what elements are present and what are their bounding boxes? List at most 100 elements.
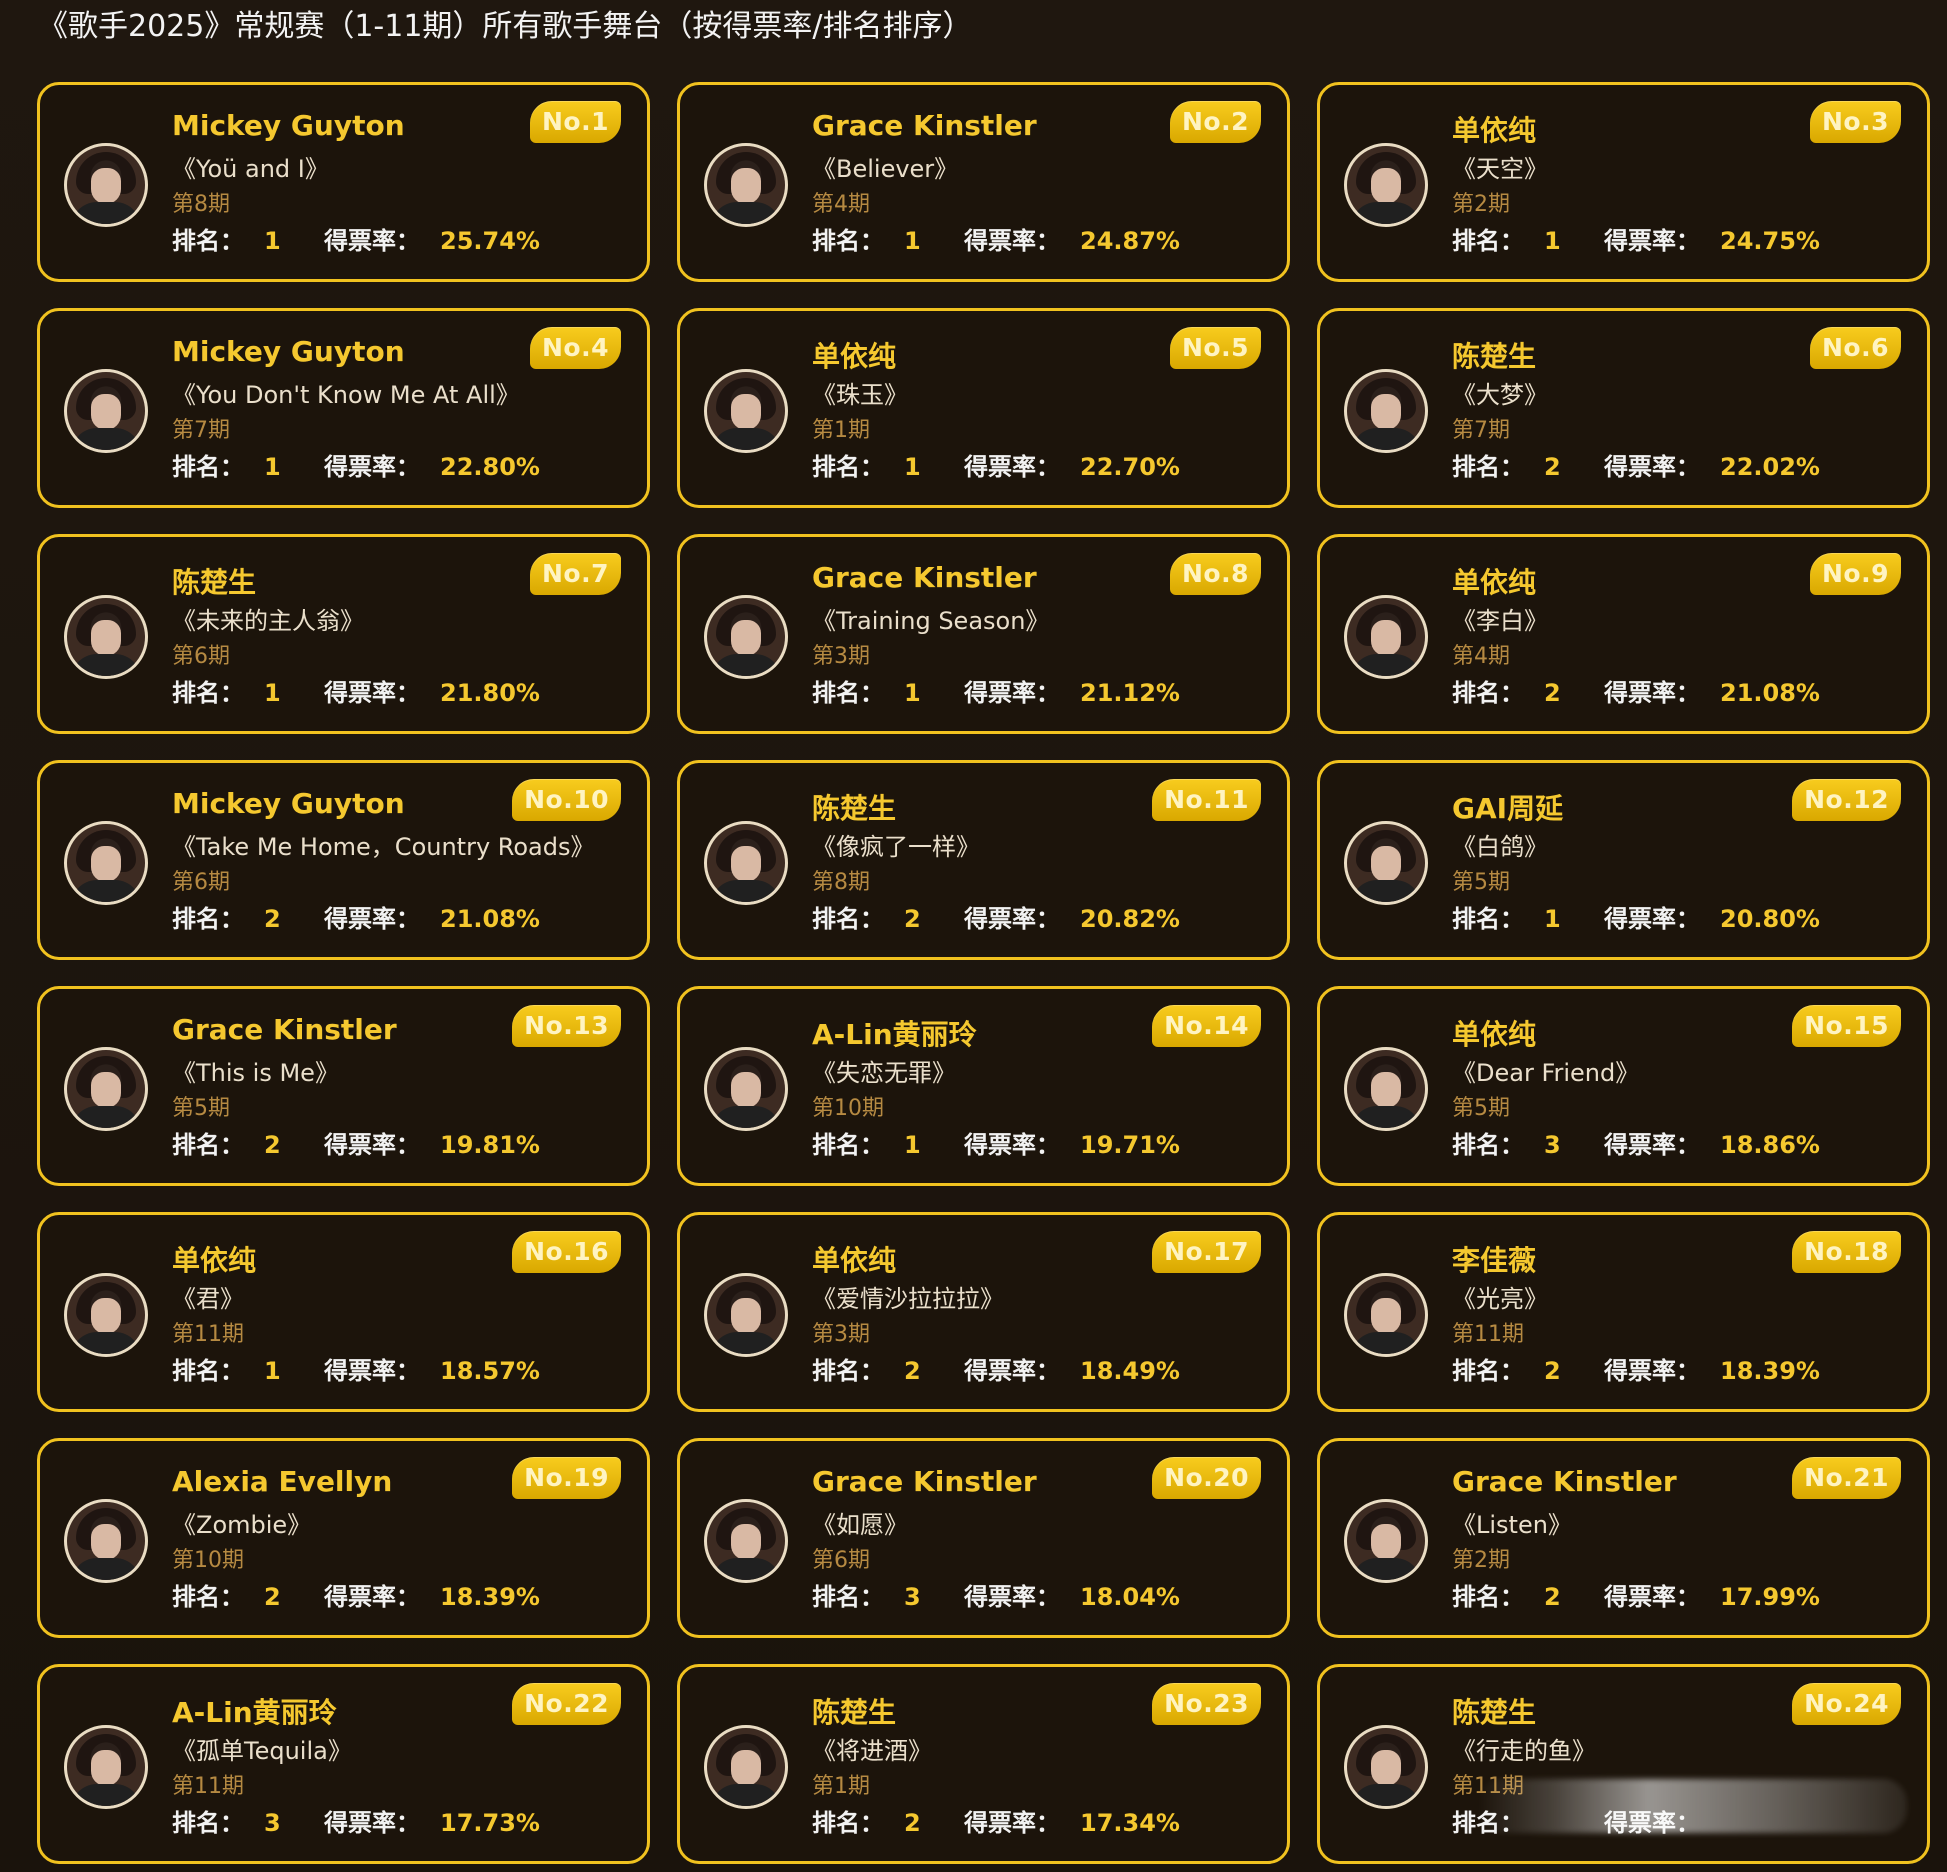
ranking-card[interactable]: 单依纯 《爱情沙拉拉拉》 第3期 排名： 2 得票率： 18.49% No.17 [677,1212,1290,1412]
ranking-card[interactable]: 陈楚生 《大梦》 第7期 排名： 2 得票率： 22.02% No.6 [1317,308,1930,508]
rank-label: 排名： [172,453,244,481]
rank-value: 1 [264,1357,281,1385]
stats-line: 排名： 1 得票率： 21.80% [172,673,540,708]
position-badge: No.22 [512,1683,621,1725]
ranking-card[interactable]: 单依纯 《天空》 第2期 排名： 1 得票率： 24.75% No.3 [1317,82,1930,282]
position-badge: No.21 [1792,1457,1901,1499]
rate-value: 25.74% [440,227,540,255]
ranking-card[interactable]: GAI周延 《白鸽》 第5期 排名： 1 得票率： 20.80% No.12 [1317,760,1930,960]
singer-avatar [704,143,788,227]
stats-line: 排名： 1 得票率： 18.57% [172,1351,540,1386]
rate-value: 20.80% [1720,905,1820,933]
ranking-card[interactable]: 陈楚生 《未来的主人翁》 第6期 排名： 1 得票率： 21.80% No.7 [37,534,650,734]
episode-label: 第4期 [1452,644,1510,669]
rank-value: 3 [264,1809,281,1837]
singer-name: Mickey Guyton [172,335,405,368]
stats-line: 排名： 2 得票率： 17.99% [1452,1577,1820,1612]
rank-value: 2 [264,1131,281,1159]
rate-label: 得票率： [964,679,1060,707]
position-badge: No.24 [1792,1683,1901,1725]
song-title: 《君》 [172,1285,244,1313]
rank-label: 排名： [1452,679,1524,707]
ranking-card[interactable]: Alexia Evellyn 《Zombie》 第10期 排名： 2 得票率： 18.… [37,1438,650,1638]
rate-value: 22.70% [1080,453,1180,481]
singer-name: Mickey Guyton [172,109,405,142]
position-badge: No.13 [512,1005,621,1047]
stats-line: 排名： 3 得票率： 18.86% [1452,1125,1820,1160]
stats-line: 排名： 1 得票率： 24.87% [812,221,1180,256]
episode-label: 第1期 [812,418,870,443]
stats-line: 排名： 1 得票率： 24.75% [1452,221,1820,256]
song-title: 《像疯了一样》 [812,833,980,861]
rate-value: 18.57% [440,1357,540,1385]
rank-label: 排名： [172,1583,244,1611]
singer-avatar [1344,1047,1428,1131]
episode-label: 第5期 [172,1096,230,1121]
episode-label: 第6期 [172,644,230,669]
stats-line: 排名： 2 得票率： 18.39% [1452,1351,1820,1386]
ranking-card[interactable]: 陈楚生 《像疯了一样》 第8期 排名： 2 得票率： 20.82% No.11 [677,760,1290,960]
rank-value: 1 [904,227,921,255]
ranking-card[interactable]: 单依纯 《君》 第11期 排名： 1 得票率： 18.57% No.16 [37,1212,650,1412]
ranking-card[interactable]: 李佳薇 《光亮》 第11期 排名： 2 得票率： 18.39% No.18 [1317,1212,1930,1412]
rate-value: 18.49% [1080,1357,1180,1385]
singer-avatar [704,1273,788,1357]
rank-value: 1 [264,679,281,707]
ranking-card[interactable]: 陈楚生 《行走的鱼》 第11期 排名： 得票率： No.24 [1317,1664,1930,1864]
song-title: 《You Don't Know Me At All》 [172,381,520,409]
rate-value: 17.34% [1080,1809,1180,1837]
position-badge: No.17 [1152,1231,1261,1273]
singer-name: 单依纯 [812,340,897,373]
singer-name: 陈楚生 [812,792,897,825]
rate-label: 得票率： [324,1583,420,1611]
ranking-card[interactable]: 单依纯 《珠玉》 第1期 排名： 1 得票率： 22.70% No.5 [677,308,1290,508]
stats-line: 排名： 2 得票率： 22.02% [1452,447,1820,482]
rate-value: 21.08% [1720,679,1820,707]
rank-value: 1 [1544,227,1561,255]
rank-label: 排名： [812,453,884,481]
stats-line: 排名： 3 得票率： 18.04% [812,1577,1180,1612]
singer-avatar [64,369,148,453]
ranking-card[interactable]: Grace Kinstler 《如愿》 第6期 排名： 3 得票率： 18.04% N… [677,1438,1290,1638]
ranking-card[interactable]: Mickey Guyton 《Take Me Home，Country Road… [37,760,650,960]
rate-value: 18.04% [1080,1583,1180,1611]
singer-avatar [1344,595,1428,679]
episode-label: 第11期 [172,1774,244,1799]
ranking-card[interactable]: Mickey Guyton 《Yoü and I》 第8期 排名： 1 得票率： 25… [37,82,650,282]
stats-line: 排名： 3 得票率： 17.73% [172,1803,540,1838]
singer-avatar [64,821,148,905]
episode-label: 第2期 [1452,192,1510,217]
stats-line: 排名： 2 得票率： 18.49% [812,1351,1180,1386]
rank-value: 2 [1544,679,1561,707]
ranking-card[interactable]: A-Lin黄丽玲 《孤单Tequila》 第11期 排名： 3 得票率： 17.73%… [37,1664,650,1864]
ranking-card[interactable]: A-Lin黄丽玲 《失恋无罪》 第10期 排名： 1 得票率： 19.71% No.1… [677,986,1290,1186]
ranking-card[interactable]: Mickey Guyton 《You Don't Know Me At All》… [37,308,650,508]
ranking-card[interactable]: 单依纯 《李白》 第4期 排名： 2 得票率： 21.08% No.9 [1317,534,1930,734]
singer-name: 单依纯 [812,1244,897,1277]
ranking-card[interactable]: 单依纯 《Dear Friend》 第5期 排名： 3 得票率： 18.86% No.… [1317,986,1930,1186]
rank-label: 排名： [172,1809,244,1837]
ranking-card[interactable]: Grace Kinstler 《This is Me》 第5期 排名： 2 得票率：… [37,986,650,1186]
rank-value: 2 [904,905,921,933]
rank-label: 排名： [1452,1131,1524,1159]
page-title: 《歌手2025》常规赛（1-11期）所有歌手舞台（按得票率/排名排序） [38,9,973,44]
episode-label: 第2期 [1452,1548,1510,1573]
singer-avatar [64,1047,148,1131]
episode-label: 第3期 [812,1322,870,1347]
episode-label: 第6期 [812,1548,870,1573]
position-badge: No.10 [512,779,621,821]
rate-label: 得票率： [324,227,420,255]
rate-label: 得票率： [964,1809,1060,1837]
position-badge: No.12 [1792,779,1901,821]
rate-label: 得票率： [324,905,420,933]
rate-label: 得票率： [964,1131,1060,1159]
ranking-card[interactable]: Grace Kinstler 《Training Season》 第3期 排名：… [677,534,1290,734]
position-badge: No.20 [1152,1457,1261,1499]
ranking-card[interactable]: 陈楚生 《将进酒》 第1期 排名： 2 得票率： 17.34% No.23 [677,1664,1290,1864]
rank-value: 2 [1544,1357,1561,1385]
ranking-card[interactable]: Grace Kinstler 《Listen》 第2期 排名： 2 得票率： 17.9… [1317,1438,1930,1638]
episode-label: 第7期 [1452,418,1510,443]
stats-line: 排名： 1 得票率： 22.70% [812,447,1180,482]
song-title: 《光亮》 [1452,1285,1548,1313]
ranking-card[interactable]: Grace Kinstler 《Believer》 第4期 排名： 1 得票率： 24… [677,82,1290,282]
